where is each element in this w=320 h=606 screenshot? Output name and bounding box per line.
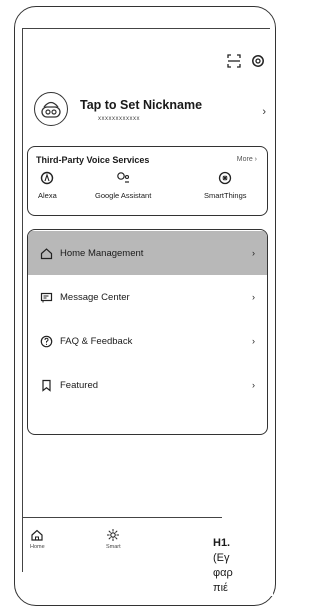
menu-item-home-management[interactable]: Home Management › (28, 231, 267, 275)
more-link[interactable]: More › (237, 156, 257, 163)
tab-label: Smart (106, 544, 121, 550)
smartthings-icon (219, 171, 232, 185)
home-icon (40, 247, 53, 259)
voice-services-card: Third-Party Voice Services More › Alexa … (27, 146, 268, 216)
robot-avatar-icon (41, 101, 61, 118)
profile-row[interactable]: Tap to Set Nickname xxxxxxxxxxxx › (34, 92, 270, 136)
header-icons (227, 54, 265, 68)
alexa-icon (41, 171, 54, 185)
service-label: SmartThings (204, 191, 247, 200)
question-icon (40, 335, 53, 347)
chevron-right-icon: › (252, 292, 255, 302)
caption-line: φαρ (213, 567, 233, 579)
service-google-assistant[interactable]: Google Assistant (95, 171, 151, 200)
voice-services-title: Third-Party Voice Services (36, 155, 150, 165)
caption-line: πιέ (213, 582, 228, 594)
avatar[interactable] (34, 92, 68, 126)
side-caption: H1. (Εγ φαρ πιέ (213, 536, 273, 596)
chevron-right-icon: › (252, 380, 255, 390)
message-icon (40, 292, 53, 302)
chevron-right-icon: › (262, 106, 266, 118)
menu-item-featured[interactable]: Featured › (28, 363, 267, 407)
tab-label: Home (30, 544, 45, 550)
service-smartthings[interactable]: SmartThings (204, 171, 247, 200)
chevron-right-icon: › (252, 248, 255, 258)
menu-card: Home Management › Message Center › FAQ &… (27, 229, 268, 435)
tab-home[interactable]: Home (30, 528, 45, 550)
smart-tab-icon (107, 529, 120, 541)
user-id-text: xxxxxxxxxxxx (98, 116, 140, 122)
chevron-right-icon: › (252, 336, 255, 346)
menu-item-label: Home Management (60, 247, 144, 259)
menu-item-message-center[interactable]: Message Center › (28, 275, 267, 319)
menu-item-label: Featured (60, 379, 99, 391)
service-alexa[interactable]: Alexa (38, 171, 57, 200)
nickname-label[interactable]: Tap to Set Nickname (80, 98, 202, 112)
caption-line: (Εγ (213, 552, 230, 564)
service-label: Alexa (38, 191, 57, 200)
scan-icon[interactable] (227, 54, 241, 68)
bottom-tab-bar: Home Smart (22, 517, 222, 561)
caption-heading: H1. (213, 537, 231, 549)
settings-icon[interactable] (251, 54, 265, 68)
bookmark-icon (42, 379, 51, 392)
menu-item-faq-feedback[interactable]: FAQ & Feedback › (28, 319, 267, 363)
tab-smart[interactable]: Smart (106, 528, 121, 550)
menu-item-label: Message Center (60, 291, 130, 303)
service-label: Google Assistant (95, 191, 152, 200)
google-assistant-icon (117, 172, 130, 183)
home-tab-icon (31, 529, 43, 541)
menu-item-label: FAQ & Feedback (60, 335, 133, 347)
